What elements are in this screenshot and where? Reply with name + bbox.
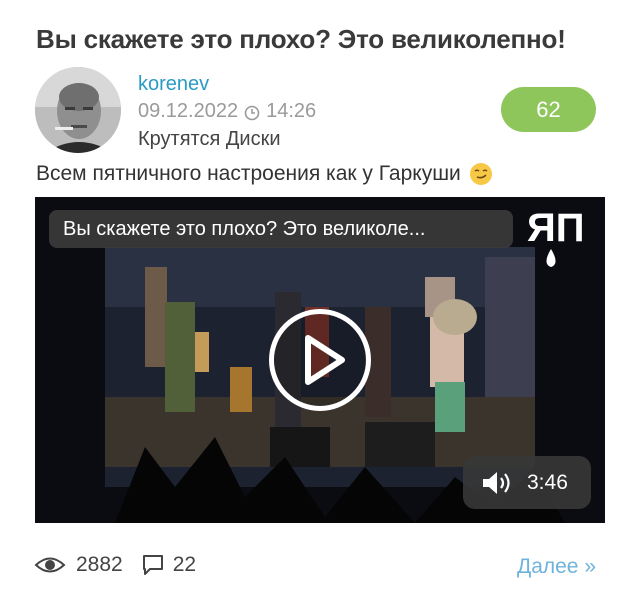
yap-logo: ЯП [525, 205, 587, 271]
video-title[interactable]: Вы скажете это плохо? Это великоле... [49, 210, 513, 248]
video-duration: 3:46 [527, 470, 568, 494]
rating-badge[interactable]: 62 [501, 87, 596, 132]
volume-icon[interactable] [481, 469, 513, 497]
post-title[interactable]: Вы скажете это плохо? Это великолепно! [36, 24, 626, 55]
post-text-content: Всем пятничного настроения как у Гаркуши [36, 162, 461, 185]
post-text: Всем пятничного настроения как у Гаркуши [36, 162, 493, 186]
smirk-emoji-icon [469, 162, 493, 186]
read-more-link[interactable]: Далее » [517, 555, 596, 579]
clock-icon [244, 104, 260, 120]
video-player[interactable]: Вы скажете это плохо? Это великоле... ЯП… [35, 197, 605, 523]
post-time: 14:26 [266, 100, 317, 122]
play-button[interactable] [269, 309, 371, 411]
eye-icon [34, 554, 66, 576]
comments-count[interactable]: 22 [173, 553, 196, 577]
logo-text: ЯП [527, 206, 585, 250]
post-card: Вы скажете это плохо? Это великолепно! k… [0, 0, 640, 606]
avatar[interactable] [35, 67, 121, 153]
post-stats: 2882 22 [34, 553, 196, 577]
post-meta: 09.12.2022 14:26 [138, 100, 316, 123]
channel-link[interactable]: Крутятся Диски [138, 128, 281, 151]
author-link[interactable]: korenev [138, 73, 209, 96]
post-date: 09.12.2022 [138, 100, 239, 122]
views-count: 2882 [76, 553, 123, 576]
duration-pill[interactable]: 3:46 [463, 456, 591, 509]
comment-icon[interactable] [141, 553, 165, 577]
play-icon [305, 335, 345, 385]
